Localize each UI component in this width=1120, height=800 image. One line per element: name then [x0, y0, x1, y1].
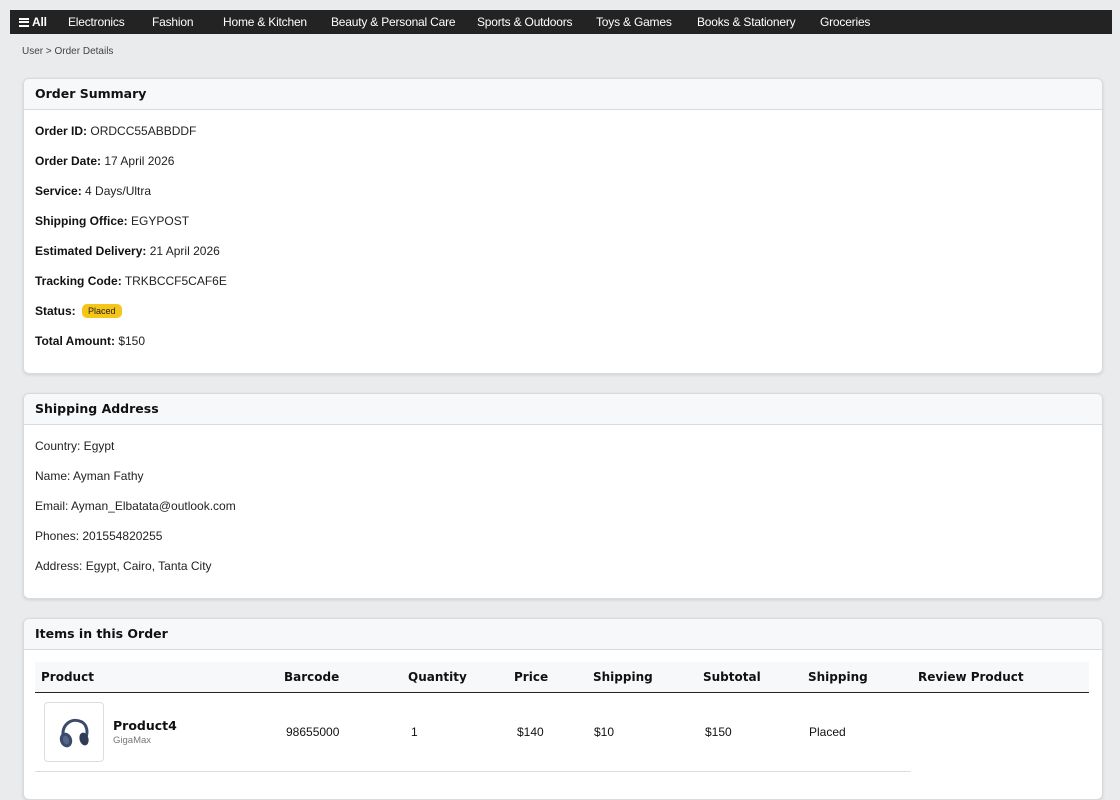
product-brand: GigaMax	[113, 735, 152, 746]
table-header: Product Barcode Quantity Price Shipping …	[35, 662, 1089, 693]
status-badge: Placed	[82, 304, 122, 318]
order-items-table: Product Barcode Quantity Price Shipping …	[35, 662, 1089, 772]
nav-item-groceries[interactable]: Groceries	[820, 15, 870, 29]
barcode-cell: 98655000	[286, 725, 340, 739]
email-text: Email: Ayman_Elbatata@outlook.com	[35, 499, 236, 513]
service-row: Service: 4 Days/Ultra	[35, 184, 151, 198]
nav-item-beauty[interactable]: Beauty & Personal Care	[331, 15, 456, 29]
shipping-address-title: Shipping Address	[24, 394, 1102, 425]
breadcrumb[interactable]: User > Order Details	[22, 46, 113, 57]
phones-text: Phones: 201554820255	[35, 529, 163, 543]
column-header-subtotal: Subtotal	[703, 670, 761, 684]
quantity-cell: 1	[411, 725, 418, 739]
order-date-row: Order Date: 17 April 2026	[35, 154, 174, 168]
nav-item-fashion[interactable]: Fashion	[152, 15, 193, 29]
price-cell: $140	[517, 725, 544, 739]
column-header-shipping-status: Shipping	[808, 670, 868, 684]
order-items-title: Items in this Order	[24, 619, 1102, 650]
shipping-address-card: Shipping Address Country: Egypt Name: Ay…	[23, 393, 1103, 599]
shipping-office-label: Shipping Office:	[35, 214, 128, 228]
nav-item-electronics[interactable]: Electronics	[68, 15, 125, 29]
tracking-code-row: Tracking Code: TRKBCCF5CAF6E	[35, 274, 227, 288]
all-menu-button[interactable]: All	[19, 15, 47, 29]
name-text: Name: Ayman Fathy	[35, 469, 144, 483]
all-menu-label: All	[32, 15, 47, 29]
status-label: Status:	[35, 304, 76, 318]
column-header-quantity: Quantity	[408, 670, 467, 684]
tracking-code-label: Tracking Code:	[35, 274, 122, 288]
country-text: Country: Egypt	[35, 439, 115, 453]
address-text: Address: Egypt, Cairo, Tanta City	[35, 559, 212, 573]
order-id-row: Order ID: ORDCC55ABBDDF	[35, 124, 196, 138]
estimated-delivery-value: 21 April 2026	[149, 244, 220, 258]
order-summary-title: Order Summary	[24, 79, 1102, 110]
shipping-status-cell: Placed	[809, 725, 846, 739]
service-label: Service:	[35, 184, 82, 198]
column-header-barcode: Barcode	[284, 670, 340, 684]
product-name-link[interactable]: Product4	[113, 718, 177, 733]
column-header-price: Price	[514, 670, 549, 684]
nav-item-sports[interactable]: Sports & Outdoors	[477, 15, 573, 29]
status-row: Status: Placed	[35, 304, 122, 318]
headphones-icon	[59, 718, 89, 748]
order-date-value: 17 April 2026	[104, 154, 175, 168]
order-summary-card: Order Summary Order ID: ORDCC55ABBDDF Or…	[23, 78, 1103, 374]
total-amount-label: Total Amount:	[35, 334, 115, 348]
order-items-card: Items in this Order Product Barcode Quan…	[23, 618, 1103, 800]
total-amount-value: $150	[118, 334, 146, 348]
order-date-label: Order Date:	[35, 154, 102, 168]
shipping-cost-cell: $10	[594, 725, 615, 739]
tracking-code-value: TRKBCCF5CAF6E	[124, 274, 227, 288]
product-image[interactable]	[44, 702, 104, 762]
column-header-review-product: Review Product	[918, 670, 1024, 684]
shipping-office-value: EGYPOST	[131, 214, 190, 228]
nav-item-toys[interactable]: Toys & Games	[596, 15, 672, 29]
nav-item-home-kitchen[interactable]: Home & Kitchen	[223, 15, 307, 29]
subtotal-cell: $150	[705, 725, 732, 739]
top-nav: All Electronics Fashion Home & Kitchen B…	[10, 10, 1112, 34]
hamburger-menu-icon	[19, 17, 29, 27]
table-row: Product4 GigaMax 98655000 1 $140 $10 $15…	[35, 693, 911, 772]
nav-item-books[interactable]: Books & Stationery	[697, 15, 796, 29]
total-amount-row: Total Amount: $150	[35, 334, 145, 348]
estimated-delivery-label: Estimated Delivery:	[35, 244, 147, 258]
order-id-label: Order ID:	[35, 124, 88, 138]
service-value: 4 Days/Ultra	[85, 184, 152, 198]
estimated-delivery-row: Estimated Delivery: 21 April 2026	[35, 244, 220, 258]
column-header-shipping-cost: Shipping	[593, 670, 653, 684]
shipping-office-row: Shipping Office: EGYPOST	[35, 214, 189, 228]
order-id-value: ORDCC55ABBDDF	[90, 124, 197, 138]
column-header-product: Product	[41, 670, 94, 684]
